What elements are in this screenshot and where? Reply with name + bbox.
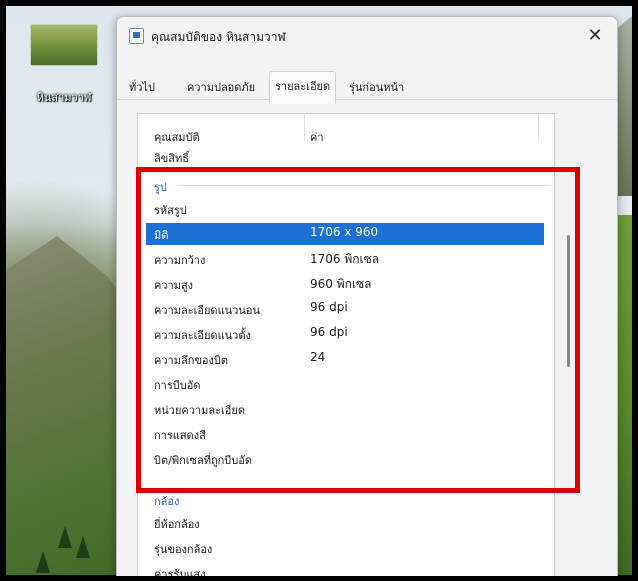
property-value: 1706 พิกเซล [310, 252, 380, 266]
property-name: ค่ารูรับแสง [154, 568, 206, 576]
property-name: รุ่นของกล้อง [154, 543, 213, 556]
window-title: คุณสมบัติของ หินสามวาฬ [151, 30, 286, 44]
list-item[interactable]: การแสดงสี [146, 423, 544, 445]
list-item[interactable]: การบีบอัด [146, 373, 544, 395]
property-name: บิต/พิกเซลที่ถูกบีบอัด [154, 454, 252, 467]
list-item[interactable]: หน่วยความละเอียด [146, 398, 544, 420]
property-name: รหัสรูป [154, 204, 187, 217]
properties-window: คุณสมบัติของ หินสามวาฬ ✕ ทั่วไป ความปลอด… [116, 16, 618, 576]
list-item[interactable]: ยี่ห้อกล้อง [146, 512, 544, 534]
property-name: ลิขสิทธิ์ [154, 152, 189, 165]
tab-strip: ทั่วไป ความปลอดภัย รายละเอียด รุ่นก่อนหน… [117, 69, 617, 104]
tab-details[interactable]: รายละเอียด [269, 71, 337, 104]
column-header-value[interactable]: ค่า [310, 128, 324, 146]
property-name: ความละเอียดแนวตั้ง [154, 329, 251, 342]
group-header-image: รูป [154, 181, 167, 194]
list-item[interactable]: ความสูง 960 พิกเซล [146, 273, 544, 295]
list-item[interactable]: ความละเอียดแนวนอน 96 dpi [146, 298, 544, 320]
property-name: ความลึกของบิต [154, 354, 228, 367]
list-item[interactable]: รหัสรูป [146, 198, 544, 220]
property-name: การแสดงสี [154, 429, 206, 442]
column-header-property[interactable]: คุณสมบัติ [154, 128, 200, 146]
group-divider [178, 185, 550, 186]
desktop-file-label: หินสามวาฬ [36, 91, 92, 104]
list-item[interactable]: ความกว้าง 1706 พิกเซล [146, 248, 544, 270]
property-name: การบีบอัด [154, 379, 201, 392]
close-button[interactable]: ✕ [581, 23, 609, 49]
image-file-icon [129, 28, 144, 44]
property-name: หน่วยความละเอียด [154, 404, 245, 417]
tab-general[interactable]: ทั่วไป [123, 75, 161, 99]
list-item-selected[interactable]: มิติ 1706 x 960 [146, 223, 544, 245]
property-name: ยี่ห้อกล้อง [154, 518, 200, 531]
property-name: ความละเอียดแนวนอน [154, 304, 260, 317]
column-divider[interactable] [538, 114, 539, 142]
property-value: 96 dpi [310, 325, 348, 339]
list-item[interactable]: ลิขสิทธิ์ [146, 146, 544, 168]
tab-security[interactable]: ความปลอดภัย [181, 75, 261, 99]
scrollbar-thumb[interactable] [567, 235, 570, 367]
property-name: ความสูง [154, 279, 194, 292]
property-value: 960 พิกเซล [310, 277, 372, 291]
tab-previous-versions[interactable]: รุ่นก่อนหน้า [343, 75, 410, 99]
property-value: 96 dpi [310, 300, 348, 314]
details-list: คุณสมบัติ ค่า ลิขสิทธิ์ รูป รหัสรูป มิติ… [137, 113, 555, 576]
property-value: 24 [310, 350, 326, 364]
list-item[interactable]: ค่ารูรับแสง [146, 562, 544, 576]
image-thumbnail-icon [30, 24, 98, 66]
list-item[interactable]: รุ่นของกล้อง [146, 537, 544, 559]
property-value: 1706 x 960 [310, 225, 379, 239]
list-item[interactable]: ความลึกของบิต 24 [146, 348, 544, 370]
window-titlebar[interactable]: คุณสมบัติของ หินสามวาฬ ✕ [117, 17, 617, 55]
property-name: มิติ [154, 229, 169, 242]
property-name: ความกว้าง [154, 254, 206, 267]
group-header-camera: กล้อง [154, 495, 180, 508]
list-item[interactable]: บิต/พิกเซลที่ถูกบีบอัด [146, 448, 544, 470]
list-item[interactable]: ความละเอียดแนวตั้ง 96 dpi [146, 323, 544, 345]
column-divider[interactable] [304, 114, 305, 142]
desktop-file-icon[interactable]: หินสามวาฬ [24, 24, 104, 106]
